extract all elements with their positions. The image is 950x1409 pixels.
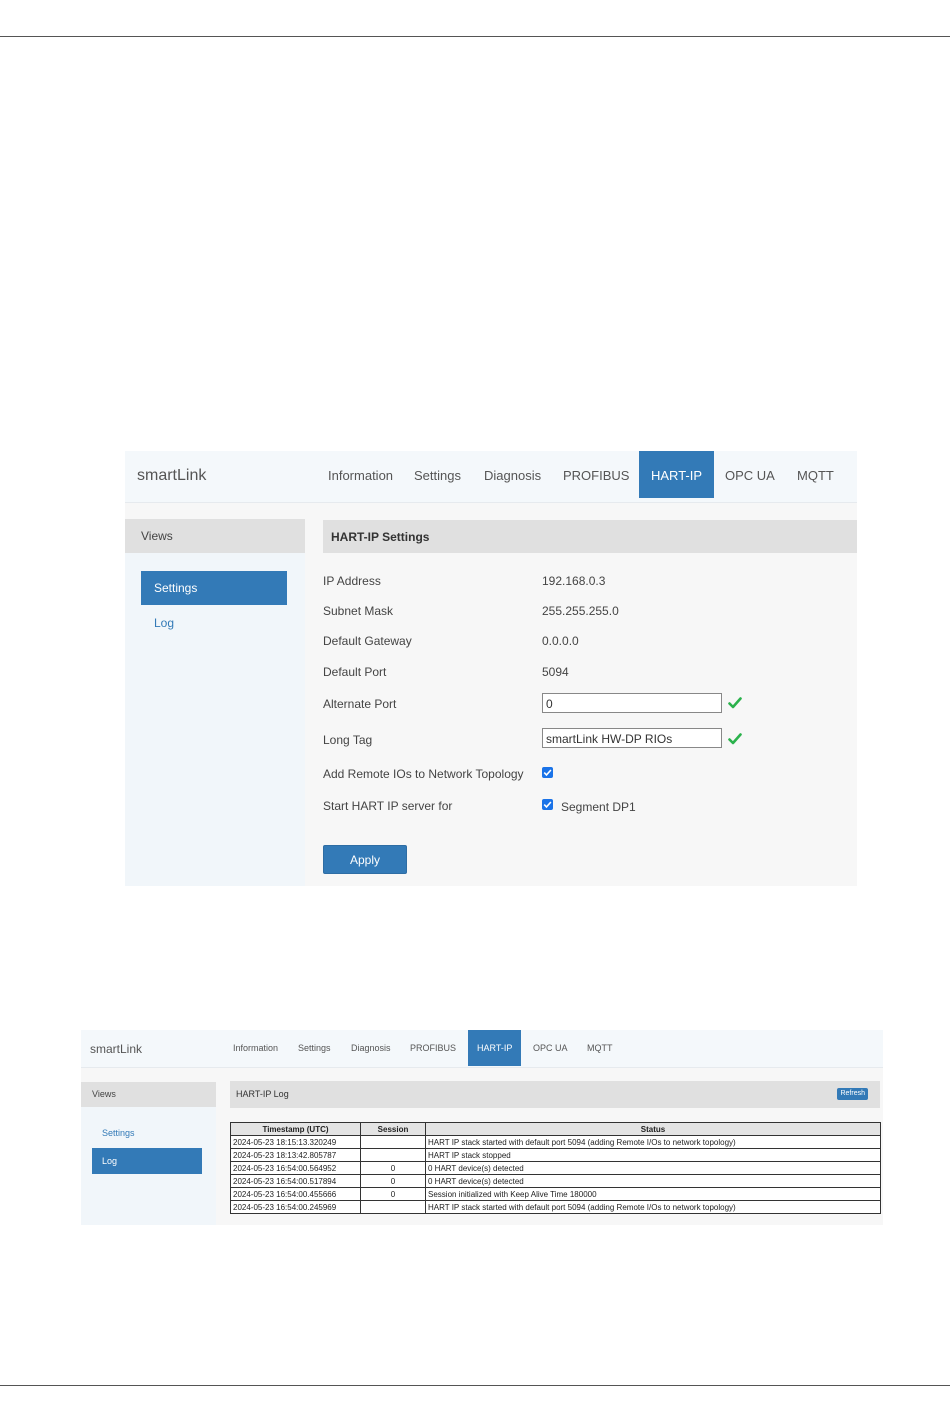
ip-address-value: 192.168.0.3 xyxy=(542,574,606,588)
session-cell xyxy=(360,1200,426,1214)
section-header: HART-IP Settings xyxy=(323,520,857,553)
sidebar-item-settings[interactable]: Settings xyxy=(141,571,287,605)
alternate-port-input[interactable]: 0 xyxy=(542,693,722,713)
add-remote-ios-checkbox[interactable] xyxy=(542,767,553,778)
views-header: Views xyxy=(81,1082,216,1107)
status-cell: HART IP stack stopped xyxy=(425,1148,881,1162)
nav-mqtt[interactable]: MQTT xyxy=(785,451,846,498)
brand-logo[interactable]: smartLink xyxy=(90,1042,142,1056)
subnet-mask-label: Subnet Mask xyxy=(323,604,394,618)
timestamp-cell: 2024-05-23 16:54:00.455666 xyxy=(230,1187,361,1201)
column-header-session: Session xyxy=(360,1122,426,1136)
long-tag-input[interactable]: smartLink HW-DP RIOs xyxy=(542,728,722,748)
session-cell xyxy=(360,1135,426,1149)
table-row: 2024-05-23 16:54:00.564952 0 0 HART devi… xyxy=(230,1161,881,1175)
table-row: 2024-05-23 16:54:00.455666 0 Session ini… xyxy=(230,1187,881,1201)
segment-dp1-checkbox[interactable] xyxy=(542,799,553,810)
start-hart-ip-server-label: Start HART IP server for xyxy=(323,799,453,813)
hart-ip-log-screenshot: smartLink Information Settings Diagnosis… xyxy=(81,1030,883,1225)
default-port-value: 5094 xyxy=(542,665,569,679)
sidebar-item-log[interactable]: Log xyxy=(154,616,174,630)
nav-information[interactable]: Information xyxy=(316,451,405,498)
session-cell xyxy=(360,1148,426,1162)
nav-information[interactable]: Information xyxy=(224,1030,287,1066)
timestamp-cell: 2024-05-23 16:54:00.517894 xyxy=(230,1174,361,1188)
page-top-rule xyxy=(0,36,950,37)
nav-hart-ip[interactable]: HART-IP xyxy=(468,1030,522,1066)
status-cell: 0 HART device(s) detected xyxy=(425,1161,881,1175)
column-header-status: Status xyxy=(425,1122,881,1136)
default-port-label: Default Port xyxy=(323,665,387,679)
session-cell: 0 xyxy=(360,1174,426,1188)
timestamp-cell: 2024-05-23 16:54:00.564952 xyxy=(230,1161,361,1175)
table-header-row: Timestamp (UTC) Session Status xyxy=(230,1122,881,1136)
alternate-port-label: Alternate Port xyxy=(323,697,397,711)
table-row: 2024-05-23 18:15:13.320249 HART IP stack… xyxy=(230,1135,881,1149)
table-row: 2024-05-23 16:54:00.517894 0 0 HART devi… xyxy=(230,1174,881,1188)
sidebar-item-settings[interactable]: Settings xyxy=(102,1128,135,1138)
top-navbar: smartLink Information Settings Diagnosis… xyxy=(125,451,857,503)
views-sidebar: Views Settings Log xyxy=(125,519,305,886)
apply-button[interactable]: Apply xyxy=(323,845,407,874)
nav-mqtt[interactable]: MQTT xyxy=(578,1030,622,1066)
sidebar-item-label: Settings xyxy=(154,581,198,595)
valid-check-icon xyxy=(728,733,742,745)
page-bottom-rule xyxy=(0,1385,950,1386)
top-navbar: smartLink Information Settings Diagnosis… xyxy=(81,1030,883,1068)
refresh-button[interactable]: Refresh xyxy=(837,1088,868,1100)
section-title: HART-IP Log xyxy=(236,1089,289,1099)
nav-profibus[interactable]: PROFIBUS xyxy=(551,451,641,498)
status-cell: HART IP stack started with default port … xyxy=(425,1200,881,1214)
nav-settings[interactable]: Settings xyxy=(402,451,473,498)
column-header-timestamp: Timestamp (UTC) xyxy=(230,1122,361,1136)
segment-dp1-label: Segment DP1 xyxy=(561,800,636,814)
section-title: HART-IP Settings xyxy=(331,530,430,544)
nav-diagnosis[interactable]: Diagnosis xyxy=(472,451,553,498)
section-header: HART-IP Log Refresh xyxy=(230,1081,880,1108)
status-cell: 0 HART device(s) detected xyxy=(425,1174,881,1188)
views-title: Views xyxy=(141,529,173,543)
timestamp-cell: 2024-05-23 16:54:00.245969 xyxy=(230,1200,361,1214)
sidebar-item-log[interactable]: Log xyxy=(92,1148,202,1174)
sidebar-item-label: Log xyxy=(102,1156,118,1166)
subnet-mask-value: 255.255.255.0 xyxy=(542,604,619,618)
table-row: 2024-05-23 18:13:42.805787 HART IP stack… xyxy=(230,1148,881,1162)
timestamp-cell: 2024-05-23 18:13:42.805787 xyxy=(230,1148,361,1162)
views-sidebar: Views Settings Log xyxy=(81,1082,216,1225)
views-header: Views xyxy=(125,519,305,553)
default-gateway-label: Default Gateway xyxy=(323,634,412,648)
nav-profibus[interactable]: PROFIBUS xyxy=(401,1030,465,1066)
long-tag-label: Long Tag xyxy=(323,733,373,747)
nav-diagnosis[interactable]: Diagnosis xyxy=(342,1030,400,1066)
status-cell: Session initialized with Keep Alive Time… xyxy=(425,1187,881,1201)
status-cell: HART IP stack started with default port … xyxy=(425,1135,881,1149)
views-title: Views xyxy=(92,1089,116,1099)
session-cell: 0 xyxy=(360,1161,426,1175)
hart-ip-settings-screenshot: smartLink Information Settings Diagnosis… xyxy=(125,451,857,886)
add-remote-ios-label: Add Remote IOs to Network Topology xyxy=(323,767,524,781)
nav-opc-ua[interactable]: OPC UA xyxy=(713,451,787,498)
nav-settings[interactable]: Settings xyxy=(289,1030,340,1066)
nav-hart-ip[interactable]: HART-IP xyxy=(639,451,715,498)
timestamp-cell: 2024-05-23 18:15:13.320249 xyxy=(230,1135,361,1149)
nav-opc-ua[interactable]: OPC UA xyxy=(524,1030,577,1066)
log-table: Timestamp (UTC) Session Status 2024-05-2… xyxy=(230,1122,881,1214)
valid-check-icon xyxy=(728,697,742,709)
table-row: 2024-05-23 16:54:00.245969 HART IP stack… xyxy=(230,1200,881,1214)
ip-address-label: IP Address xyxy=(323,574,381,588)
brand-logo[interactable]: smartLink xyxy=(137,467,206,485)
session-cell: 0 xyxy=(360,1187,426,1201)
default-gateway-value: 0.0.0.0 xyxy=(542,634,579,648)
